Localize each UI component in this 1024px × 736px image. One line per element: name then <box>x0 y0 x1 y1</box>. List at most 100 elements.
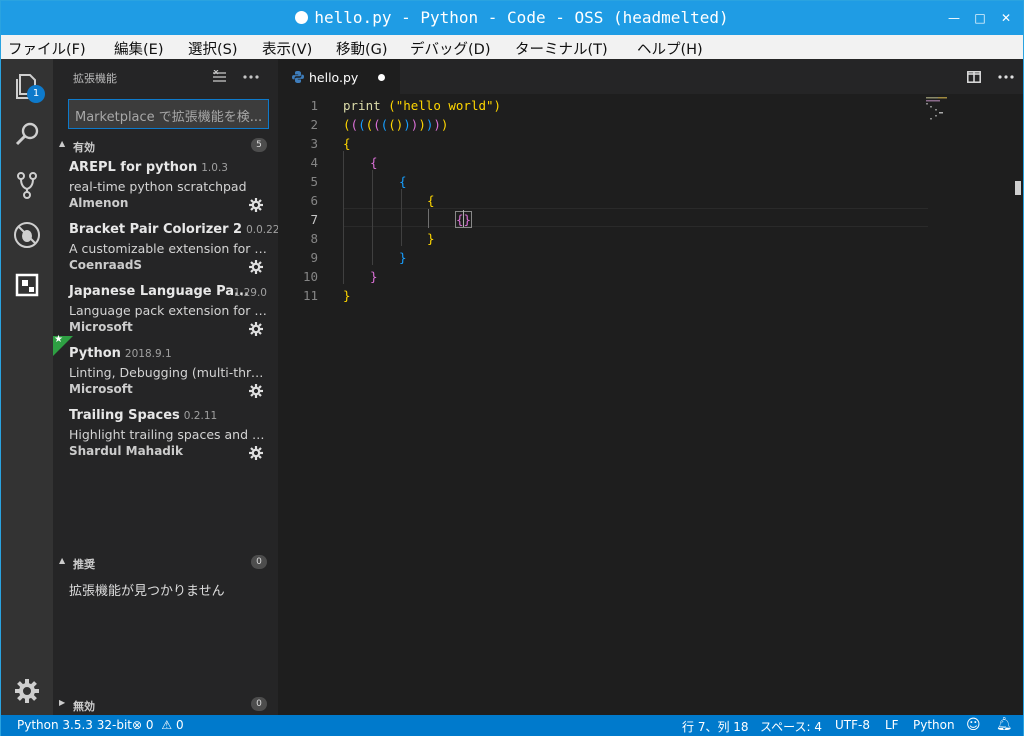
expand-triangle-icon: ▶ <box>59 698 66 707</box>
indent-guide <box>343 151 344 284</box>
enabled-count-badge: 5 <box>251 138 267 152</box>
extension-item[interactable]: ★ Python 2018.9.1 Linting, Debugging (mul… <box>53 334 278 406</box>
warning-count: 0 <box>175 718 184 732</box>
indent-guide <box>372 170 373 265</box>
line-number: 11 <box>302 288 318 303</box>
bracket: ) <box>433 117 441 132</box>
editor-more-actions-icon[interactable] <box>998 74 1014 80</box>
bracket: ) <box>418 117 426 132</box>
extension-description: Language pack extension for Japanese <box>69 303 267 318</box>
editor-tab-bar: hello.py <box>278 59 1023 94</box>
section-enabled-label: 有効 <box>73 141 95 154</box>
search-icon[interactable] <box>11 119 43 151</box>
feedback-smiley-icon[interactable]: ☺ <box>966 717 981 733</box>
extension-item[interactable]: Japanese Language Pa... 1.29.0 Language … <box>53 282 278 344</box>
code-editor[interactable]: 1 2 3 4 5 6 7 8 9 10 11 print ("hello wo… <box>278 94 1023 715</box>
extension-version: 1.29.0 <box>233 287 267 299</box>
problems-indicator[interactable]: ⊗ 0 ⚠ 0 <box>132 718 184 732</box>
extension-publisher: CoenraadS <box>69 258 143 272</box>
menu-file[interactable]: ファイル(F) <box>8 38 86 59</box>
extension-publisher: Microsoft <box>69 382 133 396</box>
menu-bar: ファイル(F) 編集(E) 選択(S) 表示(V) 移動(G) デバッグ(D) … <box>1 35 1023 59</box>
bracket: ( <box>350 117 359 132</box>
end-of-line[interactable]: LF <box>885 718 899 732</box>
tab-hello-py[interactable]: hello.py <box>278 59 400 94</box>
menu-view[interactable]: 表示(V) <box>262 38 312 59</box>
line-number: 8 <box>310 231 318 246</box>
menu-edit[interactable]: 編集(E) <box>114 38 163 59</box>
window-title-wrap: hello.py - Python - Code - OSS (headmelt… <box>1 8 1023 27</box>
title-bar[interactable]: hello.py - Python - Code - OSS (headmelt… <box>1 1 1023 35</box>
encoding[interactable]: UTF-8 <box>835 718 870 732</box>
menu-debug[interactable]: デバッグ(D) <box>410 38 490 59</box>
language-mode[interactable]: Python <box>913 718 955 732</box>
line-number-current: 7 <box>310 212 318 227</box>
section-enabled[interactable]: ▲ 有効 5 <box>53 134 278 156</box>
indent-guide <box>401 189 402 246</box>
line-number: 9 <box>310 250 318 265</box>
split-editor-icon[interactable] <box>967 71 981 83</box>
extension-description: Highlight trailing spaces and delete the… <box>69 427 267 442</box>
manage-gear-icon[interactable] <box>248 197 264 213</box>
manage-gear-icon[interactable] <box>248 383 264 399</box>
cursor-position[interactable]: 行 7、列 18 <box>682 718 749 735</box>
menu-go[interactable]: 移動(G) <box>336 38 388 59</box>
extension-name-text: Bracket Pair Colorizer 2 <box>69 222 243 237</box>
extensions-icon[interactable] <box>11 269 43 301</box>
extension-item[interactable]: AREPL for python 1.0.3 real-time python s… <box>53 158 278 220</box>
unsaved-dot-icon[interactable] <box>378 74 385 81</box>
bracket: ( <box>373 117 381 132</box>
line-number: 1 <box>310 98 318 113</box>
scrollbar-cursor-marker[interactable] <box>1015 181 1021 195</box>
extension-name: Trailing Spaces 0.2.11 <box>69 408 217 423</box>
python-interpreter[interactable]: Python 3.5.3 32-bit <box>17 718 132 732</box>
line-number: 6 <box>310 193 318 208</box>
code-line-11: } <box>343 288 351 303</box>
no-extensions-message: 拡張機能が見つかりません <box>69 584 225 599</box>
extensions-sidebar: 拡張機能 Marketplace で拡張機能を検... ▲ 有効 5 AREPL… <box>53 59 280 715</box>
close-icon[interactable]: ✕ <box>997 9 1015 27</box>
code-line-3: { <box>343 136 351 151</box>
manage-gear-icon[interactable] <box>248 321 264 337</box>
extension-version: 1.0.3 <box>201 162 228 174</box>
current-line-highlight <box>343 208 928 227</box>
disabled-count-badge: 0 <box>251 697 267 711</box>
bracket: ( <box>388 117 396 132</box>
section-disabled[interactable]: ▶ 無効 0 <box>53 693 278 715</box>
menu-selection[interactable]: 選択(S) <box>188 38 238 59</box>
tab-filename: hello.py <box>309 70 359 85</box>
source-control-icon[interactable] <box>11 169 43 201</box>
extension-version: 0.0.22 <box>246 224 280 236</box>
settings-gear-icon[interactable] <box>11 675 43 707</box>
indentation[interactable]: スペース: 4 <box>760 718 822 735</box>
minimap[interactable] <box>926 96 952 120</box>
activity-bar <box>1 59 53 715</box>
menu-help[interactable]: ヘルプ(H) <box>637 38 703 59</box>
extension-search-input[interactable]: Marketplace で拡張機能を検... <box>68 99 269 129</box>
clear-extensions-icon[interactable] <box>212 70 227 84</box>
notifications-bell-icon[interactable]: 🔔︎ <box>996 717 1013 732</box>
extension-name-text: Trailing Spaces <box>69 408 180 423</box>
extension-name: Bracket Pair Colorizer 2 0.0.22 <box>69 222 280 237</box>
collapse-triangle-icon: ▲ <box>59 139 66 148</box>
token-string: ("hello world") <box>388 98 502 113</box>
extension-name-text: AREPL for python <box>69 160 198 175</box>
explorer-badge: 1 <box>27 85 45 103</box>
menu-terminal[interactable]: ターミナル(T) <box>515 38 608 59</box>
line-number: 2 <box>310 117 318 132</box>
extension-description: real-time python scratchpad <box>69 179 247 194</box>
extension-publisher: Almenon <box>69 196 129 210</box>
app-window: hello.py - Python - Code - OSS (headmelt… <box>0 0 1024 736</box>
manage-gear-icon[interactable] <box>248 445 264 461</box>
manage-gear-icon[interactable] <box>248 259 264 275</box>
more-actions-icon[interactable] <box>243 74 259 80</box>
minimize-icon[interactable]: — <box>945 9 963 27</box>
section-recommended[interactable]: ▲ 推奨 0 <box>53 551 278 573</box>
python-file-icon <box>292 71 304 83</box>
extension-name: AREPL for python 1.0.3 <box>69 160 228 175</box>
maximize-icon[interactable]: □ <box>971 9 989 27</box>
extension-description: Linting, Debugging (multi-threaded, remo… <box>69 365 267 380</box>
extension-item[interactable]: Trailing Spaces 0.2.11 Highlight trailing… <box>53 406 278 468</box>
extension-item[interactable]: Bracket Pair Colorizer 2 0.0.22 A customi… <box>53 220 280 282</box>
debug-icon[interactable] <box>11 219 43 251</box>
